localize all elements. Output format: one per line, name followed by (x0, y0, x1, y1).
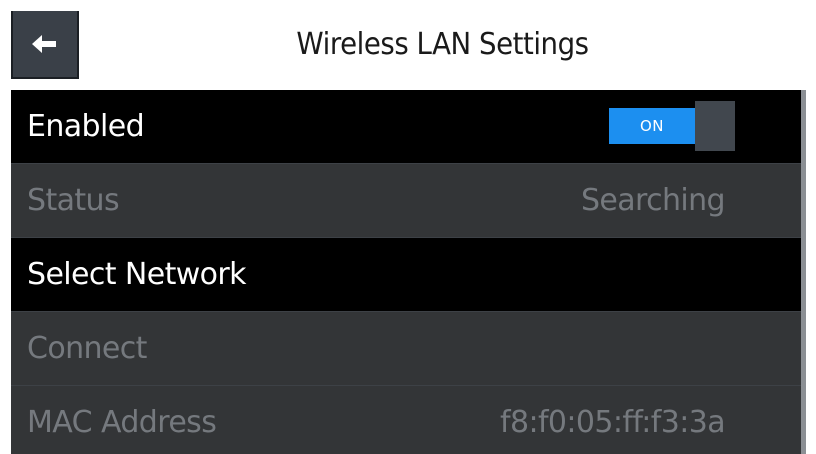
wlan-settings-screen: Wireless LAN Settings Enabled ON Status … (11, 11, 806, 454)
enabled-row: Enabled ON (11, 90, 801, 164)
status-label: Status (27, 183, 120, 218)
settings-list: Enabled ON Status Searching Select Netwo… (11, 90, 801, 454)
scrollbar[interactable] (801, 90, 806, 454)
mac-address-value: f8:f0:05:ff:f3:3a (500, 405, 726, 440)
arrow-left-icon (32, 34, 58, 54)
select-network-row[interactable]: Select Network (11, 238, 801, 312)
status-row: Status Searching (11, 164, 801, 238)
connect-row[interactable]: Connect (11, 312, 801, 386)
wlan-enabled-toggle[interactable]: ON (609, 101, 735, 151)
mac-address-label: MAC Address (27, 405, 217, 440)
select-network-label: Select Network (27, 257, 247, 292)
mac-address-row: MAC Address f8:f0:05:ff:f3:3a (11, 386, 801, 454)
status-value: Searching (580, 183, 726, 218)
enabled-label: Enabled (27, 109, 145, 144)
toggle-on-label: ON (609, 108, 695, 144)
header: Wireless LAN Settings (11, 11, 806, 90)
page-title: Wireless LAN Settings (296, 27, 589, 62)
toggle-knob[interactable] (695, 101, 735, 151)
back-button[interactable] (11, 11, 79, 79)
connect-label: Connect (27, 331, 147, 366)
